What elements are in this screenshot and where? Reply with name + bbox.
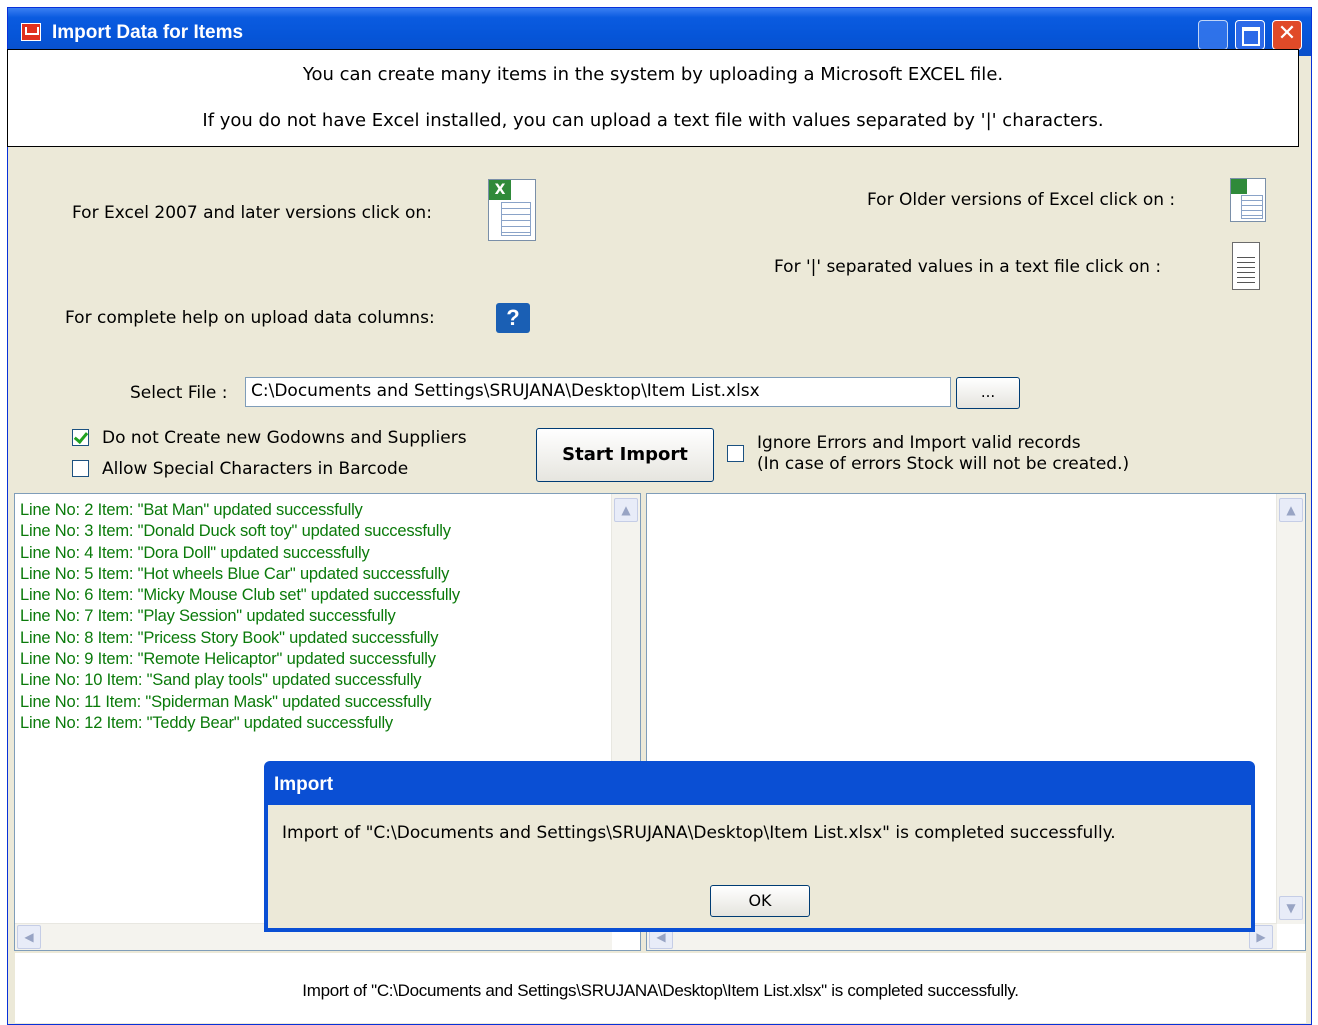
allow-special-chars-checkbox[interactable] <box>72 460 89 477</box>
log-line: Line No: 8 Item: "Pricess Story Book" up… <box>20 628 439 647</box>
error-scroll-up-icon[interactable]: ▲ <box>1279 498 1303 522</box>
text-lines <box>1237 253 1255 283</box>
spreadsheet-grid-icon <box>501 202 531 236</box>
legacy-grid-icon <box>1241 195 1263 219</box>
ok-button[interactable]: OK <box>710 885 810 917</box>
text-file-label: For '|' separated values in a text file … <box>774 257 1162 277</box>
banner-line-1: You can create many items in the system … <box>302 64 1004 85</box>
log-line: Line No: 6 Item: "Micky Mouse Club set" … <box>20 586 460 605</box>
browse-button[interactable]: ... <box>956 377 1020 409</box>
info-banner: You can create many items in the system … <box>7 49 1299 147</box>
success-log: Line No: 2 Item: "Bat Man" updated succe… <box>20 500 460 734</box>
ignore-errors-note: (In case of errors Stock will not be cre… <box>757 454 1130 474</box>
banner-line-2: If you do not have Excel installed, you … <box>202 110 1104 131</box>
log-line: Line No: 10 Item: "Sand play tools" upda… <box>20 671 422 690</box>
ignore-errors-label: Ignore Errors and Import valid records <box>757 433 1081 453</box>
error-vertical-scrollbar[interactable]: ▲ ▼ <box>1276 494 1305 924</box>
log-line: Line No: 2 Item: "Bat Man" updated succe… <box>20 501 363 519</box>
maximize-button[interactable] <box>1235 20 1265 50</box>
text-file-icon[interactable] <box>1232 242 1260 290</box>
start-import-button[interactable]: Start Import <box>536 428 714 482</box>
excel-badge: X <box>489 180 511 200</box>
file-path-input[interactable]: C:\Documents and Settings\SRUJANA\Deskto… <box>245 377 951 407</box>
close-button[interactable]: ✕ <box>1272 20 1302 50</box>
allow-special-chars-label: Allow Special Characters in Barcode <box>102 459 409 479</box>
log-line: Line No: 3 Item: "Donald Duck soft toy" … <box>20 522 451 541</box>
status-text: Import of "C:\Documents and Settings\SRU… <box>302 981 1019 1000</box>
dialog-body: Import of "C:\Documents and Settings\SRU… <box>268 805 1251 928</box>
log-line: Line No: 9 Item: "Remote Helicaptor" upd… <box>20 650 436 669</box>
log-line: Line No: 4 Item: "Dora Doll" updated suc… <box>20 543 370 562</box>
error-scroll-down-icon[interactable]: ▼ <box>1279 896 1303 920</box>
no-create-godowns-checkbox[interactable] <box>72 429 89 446</box>
ignore-errors-checkbox[interactable] <box>727 445 744 462</box>
cart-icon <box>21 23 41 41</box>
window-title: Import Data for Items <box>52 22 244 43</box>
select-file-label: Select File : <box>130 383 228 403</box>
status-bar: Import of "C:\Documents and Settings\SRU… <box>15 953 1306 1023</box>
excel-2007-icon[interactable]: X <box>488 179 536 241</box>
dialog-message: Import of "C:\Documents and Settings\SRU… <box>282 823 1116 843</box>
no-create-godowns-label: Do not Create new Godowns and Suppliers <box>102 428 467 448</box>
import-dialog: Import Import of "C:\Documents and Setti… <box>264 761 1255 932</box>
log-line: Line No: 7 Item: "Play Session" updated … <box>20 607 396 626</box>
excel-legacy-badge <box>1231 179 1247 194</box>
scroll-up-icon[interactable]: ▲ <box>614 498 638 522</box>
scroll-left-icon[interactable]: ◀ <box>17 925 41 949</box>
log-line: Line No: 11 Item: "Spiderman Mask" updat… <box>20 692 432 711</box>
log-line: Line No: 5 Item: "Hot wheels Blue Car" u… <box>20 564 450 583</box>
help-icon[interactable]: ? <box>496 303 530 333</box>
help-label: For complete help on upload data columns… <box>65 308 435 328</box>
excel2007-label: For Excel 2007 and later versions click … <box>72 203 432 223</box>
dialog-title: Import <box>274 774 334 795</box>
log-line: Line No: 12 Item: "Teddy Bear" updated s… <box>20 713 393 732</box>
minimize-button[interactable] <box>1198 20 1228 50</box>
excel-legacy-icon[interactable] <box>1230 178 1266 222</box>
older-excel-label: For Older versions of Excel click on : <box>867 190 1176 210</box>
